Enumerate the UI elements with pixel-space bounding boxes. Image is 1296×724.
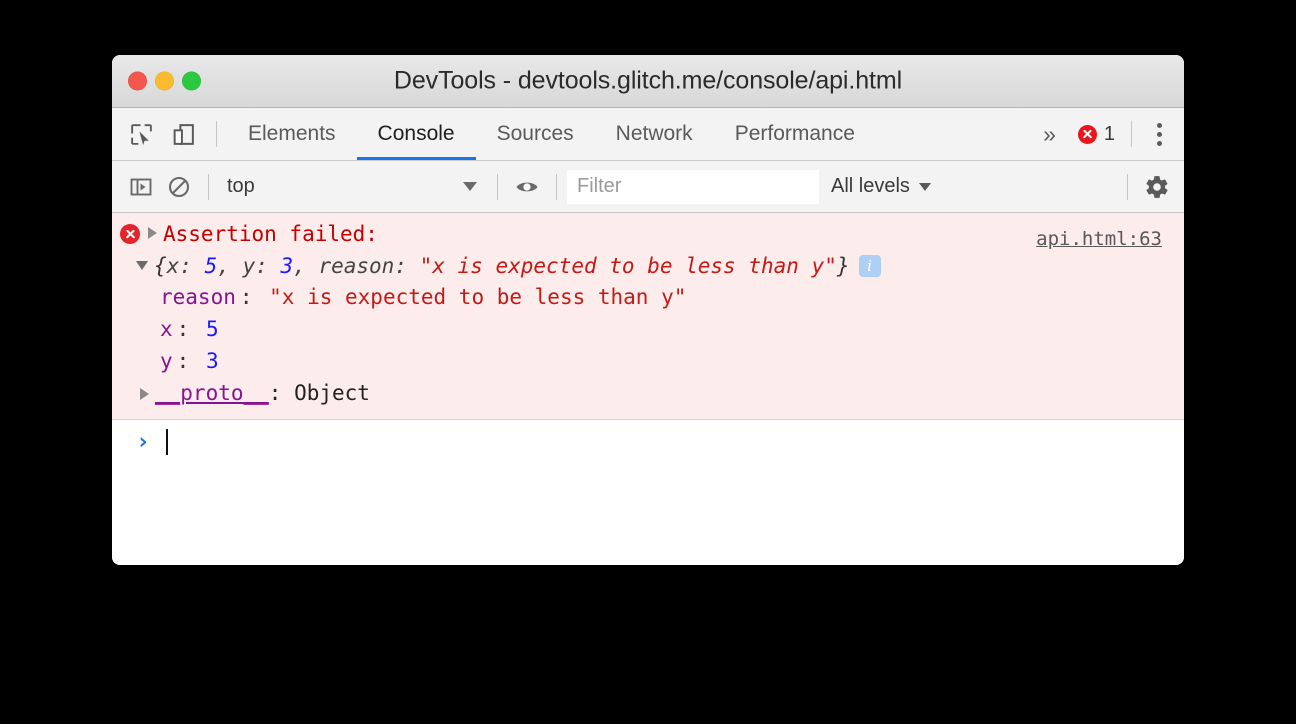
tab-sources[interactable]: Sources (476, 108, 595, 160)
property-value: 3 (205, 349, 219, 373)
property-key: reason (160, 285, 236, 309)
console-sidebar-toggle-icon[interactable] (122, 168, 160, 206)
console-toolbar-divider-4 (1127, 173, 1128, 200)
clear-console-icon[interactable] (160, 168, 198, 206)
tab-performance-label: Performance (734, 122, 855, 145)
preview-key-y: y (242, 254, 256, 278)
kebab-dot (1156, 140, 1162, 146)
preview-separator-2: , (293, 254, 319, 278)
tab-network-label: Network (615, 122, 693, 145)
assertion-failed-row[interactable]: Assertion failed: api.html:63 (112, 219, 1184, 251)
assertion-failed-text: Assertion failed: (163, 222, 378, 246)
source-location-link[interactable]: api.html:63 (1036, 224, 1162, 254)
kebab-dot (1156, 131, 1162, 137)
preview-value-x: 5 (204, 254, 218, 278)
assertion-message[interactable]: Assertion failed: (148, 219, 1184, 249)
preview-key-reason: reason (318, 254, 395, 278)
console-error-message[interactable]: Assertion failed: api.html:63 {x: 5, y: … (112, 213, 1184, 420)
device-toolbar-icon[interactable] (164, 115, 202, 153)
error-count-badge[interactable]: 1 (1068, 123, 1121, 146)
execution-context-value: top (227, 175, 255, 197)
preview-open-brace: { (154, 254, 167, 278)
tab-sources-label: Sources (496, 122, 574, 145)
live-expression-eye-icon[interactable] (508, 168, 546, 206)
info-badge-icon[interactable]: i (858, 255, 881, 277)
tab-network[interactable]: Network (595, 108, 714, 160)
prompt-text-cursor[interactable] (165, 429, 168, 455)
property-key: y (160, 349, 173, 373)
tab-elements-label: Elements (248, 122, 336, 145)
window-title: DevTools - devtools.glitch.me/console/ap… (393, 66, 903, 95)
object-preview-row[interactable]: {x: 5, y: 3, reason: "x is expected to b… (112, 251, 1184, 281)
tabbar-divider (216, 121, 217, 147)
console-prompt-row[interactable]: › (112, 420, 1184, 464)
message-icon-cell (112, 219, 148, 244)
object-preview: {x: 5, y: 3, reason: "x is expected to b… (154, 251, 881, 281)
preview-sep: : (179, 254, 205, 278)
stack-expander-triangle-icon[interactable] (148, 227, 157, 239)
prompt-chevron-icon: › (136, 428, 150, 455)
log-level-selector[interactable]: All levels (819, 175, 943, 198)
preview-sep: : (255, 254, 281, 278)
panel-tabs: Elements Console Sources Network Perform… (227, 108, 876, 160)
execution-context-selector[interactable]: top (219, 170, 487, 204)
console-toolbar-right (1117, 168, 1184, 206)
property-colon: : (176, 317, 202, 341)
more-options-kebab-icon[interactable] (1142, 117, 1176, 151)
log-level-value: All levels (831, 175, 910, 197)
preview-sep: : (394, 254, 420, 278)
inspect-element-icon[interactable] (122, 115, 160, 153)
preview-separator-1: , (217, 254, 243, 278)
tab-performance[interactable]: Performance (714, 108, 876, 160)
error-count-label: 1 (1103, 122, 1115, 145)
proto-colon: : (268, 381, 295, 405)
proto-expander-triangle-icon[interactable] (140, 388, 149, 400)
object-property-x[interactable]: x: 5 (112, 313, 1184, 345)
property-value: "x is expected to be less than y" (269, 285, 687, 309)
proto-key: __proto__ (155, 381, 269, 405)
more-tabs-chevron-icon[interactable]: » (1031, 122, 1068, 146)
error-icon (120, 224, 140, 244)
property-colon: : (239, 285, 266, 309)
property-key: x (160, 317, 173, 341)
preview-close-brace: } (836, 254, 850, 278)
chevron-down-icon (918, 182, 931, 191)
property-value: 5 (205, 317, 219, 341)
object-expander-triangle-icon[interactable] (136, 261, 148, 270)
tabbar-right-divider (1131, 121, 1132, 147)
console-filter-input[interactable] (567, 169, 819, 204)
tab-console-label: Console (377, 122, 455, 145)
error-icon (1077, 124, 1097, 144)
console-toolbar-divider-3 (556, 173, 557, 200)
object-property-y[interactable]: y: 3 (112, 345, 1184, 377)
tab-elements[interactable]: Elements (227, 108, 357, 160)
console-toolbar-divider-1 (208, 173, 209, 200)
preview-key-x: x (166, 254, 180, 278)
console-message-area[interactable]: Assertion failed: api.html:63 {x: 5, y: … (112, 213, 1184, 565)
console-toolbar: top All levels (112, 161, 1184, 213)
object-property-proto[interactable]: __proto__: Object (112, 377, 1184, 409)
devtools-tabbar: Elements Console Sources Network Perform… (112, 108, 1184, 161)
proto-value: Object (294, 381, 370, 405)
tabbar-right: » 1 (1031, 117, 1184, 151)
object-property-reason[interactable]: reason: "x is expected to be less than y… (112, 281, 1184, 313)
preview-value-y: 3 (280, 254, 294, 278)
chevron-down-icon (463, 182, 477, 191)
tab-console[interactable]: Console (356, 108, 476, 160)
window-titlebar: DevTools - devtools.glitch.me/console/ap… (112, 55, 1184, 108)
devtools-window: DevTools - devtools.glitch.me/console/ap… (112, 55, 1184, 565)
tabbar-left-icons (112, 115, 227, 153)
console-toolbar-divider-2 (497, 173, 498, 200)
kebab-dot (1156, 122, 1162, 128)
console-settings-gear-icon[interactable] (1138, 168, 1176, 206)
preview-value-reason: "x is expected to be less than y" (419, 254, 837, 278)
property-colon: : (176, 349, 202, 373)
